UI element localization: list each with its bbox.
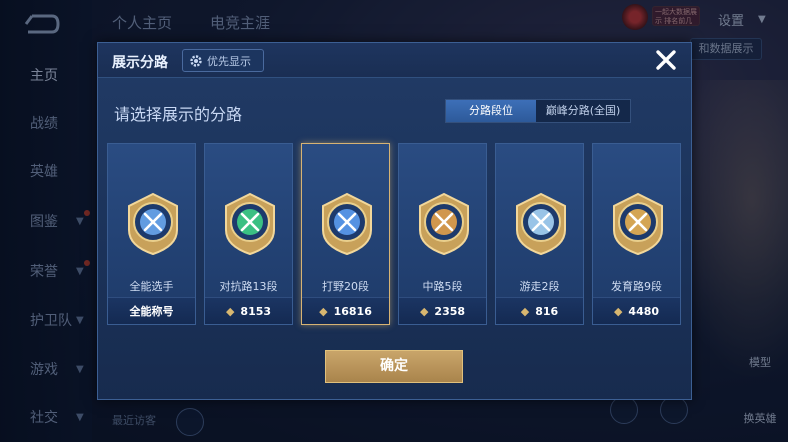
lane-card[interactable]: 发育路9段 ◆ 4480 xyxy=(592,143,681,325)
lane-card-name: 打野20段 xyxy=(322,280,369,293)
lane-card-value: 16816 xyxy=(333,304,372,318)
lane-card-name: 发育路9段 xyxy=(611,280,662,293)
points-icon: ◆ xyxy=(225,304,235,318)
lane-card-name: 游走2段 xyxy=(519,280,560,293)
lane-card[interactable]: 中路5段 ◆ 2358 xyxy=(398,143,487,325)
lane-card[interactable]: 打野20段 ◆ 16816 xyxy=(301,143,390,325)
points-icon: ◆ xyxy=(319,304,328,318)
priority-display-button[interactable]: 优先显示 xyxy=(182,49,264,72)
points-icon: ◆ xyxy=(520,304,530,318)
lane-card-value-bar: ◆ 8153 xyxy=(205,297,292,324)
jungle-emblem-icon xyxy=(322,192,372,256)
lane-card[interactable]: 全能选手 全能称号 xyxy=(107,143,196,325)
lane-card-value-bar: ◆ 816 xyxy=(496,297,583,324)
lane-card-value-bar: ◆ 2358 xyxy=(399,297,486,324)
lane-card-value: 8153 xyxy=(240,304,272,318)
lane-card-value-bar: ◆ 16816 xyxy=(302,297,389,324)
mid-lane-emblem-icon xyxy=(419,192,469,256)
lane-card-value: 4480 xyxy=(628,304,660,318)
lane-card-name: 全能选手 xyxy=(129,280,174,293)
close-icon[interactable] xyxy=(652,46,680,74)
lane-card-value: 全能称号 xyxy=(129,305,174,318)
dialog-title: 展示分路 xyxy=(112,55,168,71)
lane-card-name: 对抗路13段 xyxy=(219,280,278,293)
roam-emblem-icon xyxy=(516,192,566,256)
lane-card-value: 816 xyxy=(535,304,559,318)
dialog-subtitle: 请选择展示的分路 xyxy=(114,105,243,124)
dialog-header: 展示分路 优先显示 xyxy=(98,43,691,78)
lane-display-dialog: 展示分路 优先显示 请选择展示的分路 分路段位 巅峰分路(全国) 全能选手全能称… xyxy=(97,42,692,400)
tab-lane-rank[interactable]: 分路段位 xyxy=(446,100,536,122)
tab-peak-lane[interactable]: 巅峰分路(全国) xyxy=(536,100,630,122)
priority-display-label: 优先显示 xyxy=(207,54,251,68)
confirm-button[interactable]: 确定 xyxy=(325,350,463,383)
lane-card-value-bar: 全能称号 xyxy=(108,297,195,324)
clash-lane-emblem-icon xyxy=(225,192,275,256)
lane-card[interactable]: 对抗路13段 ◆ 8153 xyxy=(204,143,293,325)
lane-card-name: 中路5段 xyxy=(422,280,463,293)
gear-icon xyxy=(190,54,202,67)
lane-card[interactable]: 游走2段 ◆ 816 xyxy=(495,143,584,325)
points-icon: ◆ xyxy=(613,304,623,318)
farm-lane-emblem-icon xyxy=(613,192,663,256)
lane-card-value-bar: ◆ 4480 xyxy=(593,297,680,324)
lane-card-value: 2358 xyxy=(434,304,466,318)
points-icon: ◆ xyxy=(419,304,429,318)
lane-mode-toggle: 分路段位 巅峰分路(全国) xyxy=(445,99,631,123)
all-round-emblem-icon xyxy=(128,192,178,256)
